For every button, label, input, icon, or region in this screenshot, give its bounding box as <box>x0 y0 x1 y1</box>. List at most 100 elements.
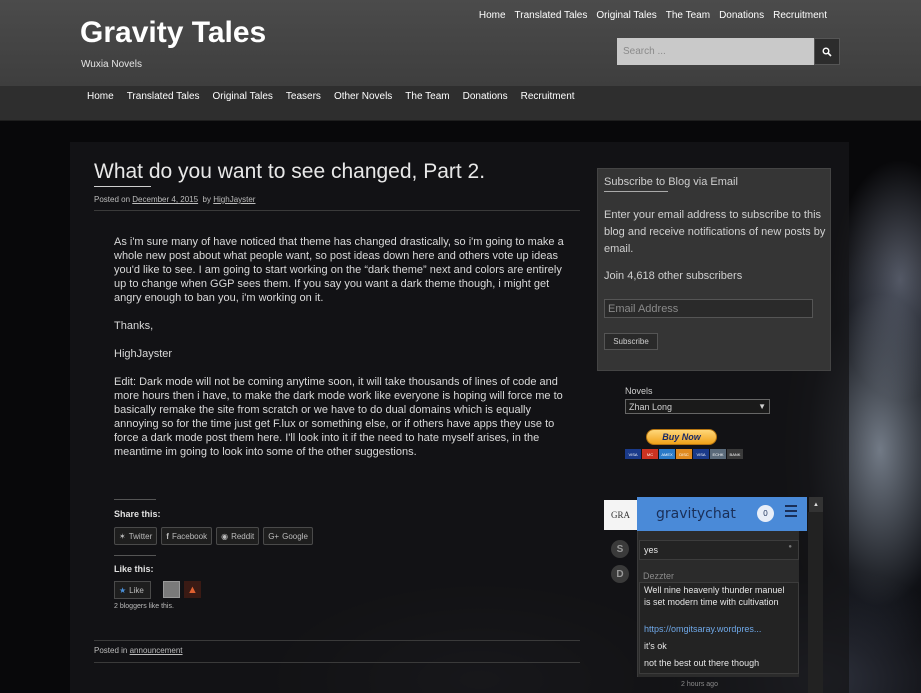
share-google-button[interactable]: G+ Google <box>263 527 313 545</box>
share-title: Share this: <box>114 509 161 519</box>
top-nav-original-tales[interactable]: Original Tales <box>596 10 656 21</box>
main-nav-translated-tales[interactable]: Translated Tales <box>127 91 200 102</box>
category-link[interactable]: announcement <box>130 646 183 655</box>
share-twitter-label: Twitter <box>128 531 153 541</box>
title-underline <box>94 186 151 187</box>
chat-scrollbar[interactable] <box>808 512 823 693</box>
novels-label: Novels <box>625 386 653 396</box>
widget-title-underline <box>604 191 668 192</box>
liker-avatar[interactable] <box>163 581 180 598</box>
visa-card-icon: VISA <box>693 449 709 459</box>
search-button[interactable] <box>814 38 840 65</box>
posted-in-label: Posted in <box>94 646 128 655</box>
echeck-icon: ECHK <box>710 449 726 459</box>
top-nav-home[interactable]: Home <box>479 10 506 21</box>
top-nav: Home Translated Tales Original Tales The… <box>479 10 827 21</box>
novels-select[interactable]: Zhan Long ▼ <box>625 399 770 414</box>
subscriber-count: Join 4,618 other subscribers <box>604 270 743 282</box>
chat-timestamp: 2 hours ago <box>681 681 718 688</box>
share-google-label: Google <box>282 531 308 541</box>
visa-card-icon: VISA <box>625 449 641 459</box>
site-description: Wuxia Novels <box>81 59 142 70</box>
posted-in: Posted in announcement <box>94 646 183 655</box>
main-nav-recruitment[interactable]: Recruitment <box>521 91 575 102</box>
chat-user-avatar[interactable]: S <box>611 540 629 558</box>
post-title[interactable]: What do you want to see changed, Part 2. <box>94 160 485 184</box>
share-twitter-button[interactable]: ✶ Twitter <box>114 527 158 545</box>
chat-message-text: not the best out there though <box>644 658 760 668</box>
main-nav-the-team[interactable]: The Team <box>405 91 449 102</box>
post-paragraph: HighJayster <box>114 348 173 360</box>
novels-selected: Zhan Long <box>629 401 673 412</box>
star-icon: ★ <box>119 585 127 595</box>
posted-on-label: Posted on <box>94 195 131 204</box>
like-divider <box>114 555 156 556</box>
post-body: As i'm sure many of have noticed that th… <box>114 235 564 473</box>
share-reddit-button[interactable]: ◉ Reddit <box>216 527 260 545</box>
share-facebook-button[interactable]: f Facebook <box>161 527 213 545</box>
post-date-link[interactable]: December 4, 2015 <box>132 195 198 204</box>
post-paragraph: Edit: Dark mode will not be coming anyti… <box>114 376 563 458</box>
reddit-icon: ◉ <box>221 531 229 541</box>
post-paragraph: As i'm sure many of have noticed that th… <box>114 236 564 304</box>
chat-count-badge: 0 <box>757 505 774 522</box>
scroll-up-icon[interactable]: ▲ <box>809 497 823 512</box>
share-buttons: ✶ Twitter f Facebook ◉ Reddit G+ Google <box>114 527 313 545</box>
email-field[interactable] <box>604 299 813 318</box>
main-nav-original-tales[interactable]: Original Tales <box>213 91 273 102</box>
chat-message-text: Well nine heavenly thunder manuel is set… <box>644 585 785 607</box>
subscribe-widget: Subscribe to Blog via Email Enter your e… <box>597 168 831 371</box>
divider <box>94 210 580 211</box>
search-icon <box>822 47 832 57</box>
main-nav-home[interactable]: Home <box>87 91 114 102</box>
like-button[interactable]: ★ Like <box>114 581 151 599</box>
top-nav-translated-tales[interactable]: Translated Tales <box>515 10 588 21</box>
subscribe-title: Subscribe to Blog via Email <box>604 176 738 188</box>
share-facebook-label: Facebook <box>171 531 208 541</box>
search-input[interactable] <box>617 38 814 65</box>
subscribe-text: Enter your email address to subscribe to… <box>604 209 826 255</box>
main-nav-other-novels[interactable]: Other Novels <box>334 91 392 102</box>
chat-message-link[interactable]: https://omgitsaray.wordpres... <box>644 623 792 635</box>
post-author-link[interactable]: HighJayster <box>213 195 255 204</box>
chat-user-avatar[interactable]: D <box>611 565 629 583</box>
site-title[interactable]: Gravity Tales <box>80 16 266 50</box>
by-label: by <box>202 195 211 204</box>
chat-title: gravitychat <box>656 506 736 522</box>
share-reddit-label: Reddit <box>231 531 255 541</box>
like-count: 2 bloggers like this. <box>114 603 174 610</box>
payment-cards: VISA MC AMEX DISC VISA ECHK BANK <box>625 449 743 459</box>
top-nav-donations[interactable]: Donations <box>719 10 764 21</box>
subscribe-button[interactable]: Subscribe <box>604 333 658 350</box>
like-label: Like <box>129 585 144 595</box>
chat-message-text: it's ok <box>644 641 667 651</box>
chat-logo: GRA <box>604 500 637 530</box>
site-header: Gravity Tales Wuxia Novels Home Translat… <box>0 0 921 86</box>
top-nav-the-team[interactable]: The Team <box>666 10 710 21</box>
chat-header[interactable]: gravitychat 0 <box>637 497 807 531</box>
mastercard-icon: MC <box>642 449 658 459</box>
bank-icon: BANK <box>727 449 743 459</box>
like-title: Like this: <box>114 564 154 574</box>
liker-avatar[interactable]: ▲ <box>184 581 201 598</box>
post-paragraph: Thanks, <box>114 320 154 332</box>
buy-now-button[interactable]: Buy Now <box>646 429 717 445</box>
amex-card-icon: AMEX <box>659 449 675 459</box>
chat-author[interactable]: Dezzter <box>643 571 674 581</box>
discover-card-icon: DISC <box>676 449 692 459</box>
search-form <box>617 38 840 65</box>
top-nav-recruitment[interactable]: Recruitment <box>773 10 827 21</box>
menu-icon[interactable] <box>785 505 797 519</box>
share-divider <box>114 499 156 500</box>
twitter-icon: ✶ <box>119 531 126 541</box>
main-nav: Home Translated Tales Original Tales Tea… <box>0 86 921 121</box>
main-nav-teasers[interactable]: Teasers <box>286 91 321 102</box>
divider <box>94 640 580 641</box>
chevron-down-icon: ▼ <box>758 402 766 411</box>
google-icon: G+ <box>268 531 280 541</box>
chat-message-text: yes <box>644 545 659 555</box>
divider <box>94 662 580 663</box>
post-meta: Posted on December 4, 2015 by HighJayste… <box>94 195 255 204</box>
main-nav-donations[interactable]: Donations <box>463 91 508 102</box>
facebook-icon: f <box>166 531 169 541</box>
